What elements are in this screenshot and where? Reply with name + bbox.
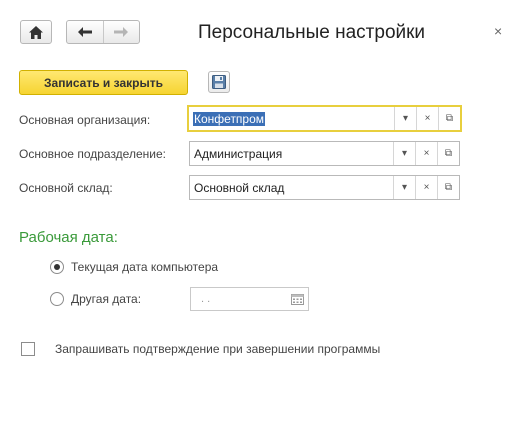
calendar-icon xyxy=(290,293,304,305)
clear-icon: × xyxy=(424,113,431,124)
confirm-exit-checkbox[interactable] xyxy=(21,342,35,356)
main-department-field[interactable]: Администрация ▾ × ⧉ xyxy=(189,141,460,166)
open-button[interactable]: ⧉ xyxy=(438,107,460,130)
main-organization-field[interactable]: Конфетпром ▾ × ⧉ xyxy=(187,105,462,132)
chevron-down-icon: ▾ xyxy=(402,113,409,124)
open-icon: ⧉ xyxy=(445,113,454,124)
radio-selected-dot xyxy=(54,264,60,270)
dropdown-button[interactable]: ▾ xyxy=(393,142,415,165)
other-date-radio[interactable] xyxy=(50,292,64,306)
main-warehouse-value: Основной склад xyxy=(194,180,285,195)
other-date-field[interactable]: . . xyxy=(190,287,309,311)
main-organization-label: Основная организация: xyxy=(19,113,151,127)
window-title: Персональные настройки xyxy=(198,22,426,43)
clear-button[interactable]: × xyxy=(416,107,438,130)
open-button[interactable]: ⧉ xyxy=(437,142,459,165)
floppy-disk-icon xyxy=(212,75,226,89)
main-warehouse-field[interactable]: Основной склад ▾ × ⧉ xyxy=(189,175,460,200)
current-date-label[interactable]: Текущая дата компьютера xyxy=(71,260,218,274)
dropdown-button[interactable]: ▾ xyxy=(393,176,415,199)
main-organization-value: Конфетпром xyxy=(193,111,266,126)
other-date-value: . . xyxy=(201,293,211,305)
main-warehouse-label: Основной склад: xyxy=(19,181,113,195)
current-date-radio[interactable] xyxy=(50,260,64,274)
dropdown-button[interactable]: ▾ xyxy=(394,107,416,130)
open-icon: ⧉ xyxy=(444,182,453,193)
arrow-left-icon xyxy=(77,27,92,37)
calendar-button[interactable] xyxy=(286,288,308,310)
back-button[interactable] xyxy=(67,21,103,43)
open-button[interactable]: ⧉ xyxy=(437,176,459,199)
history-nav xyxy=(66,20,140,44)
work-date-heading: Рабочая дата: xyxy=(19,229,118,246)
clear-icon: × xyxy=(423,148,430,159)
forward-button[interactable] xyxy=(102,21,140,43)
arrow-right-icon xyxy=(114,27,129,37)
clear-icon: × xyxy=(423,182,430,193)
close-icon[interactable]: × xyxy=(494,23,502,39)
other-date-label[interactable]: Другая дата: xyxy=(71,292,141,306)
confirm-exit-label[interactable]: Запрашивать подтверждение при завершении… xyxy=(55,342,380,356)
open-icon: ⧉ xyxy=(444,148,453,159)
home-button[interactable] xyxy=(20,20,52,44)
save-button[interactable] xyxy=(208,71,230,93)
home-icon xyxy=(29,25,43,39)
clear-button[interactable]: × xyxy=(415,176,437,199)
chevron-down-icon: ▾ xyxy=(401,182,408,193)
main-department-value: Администрация xyxy=(194,146,283,161)
main-department-label: Основное подразделение: xyxy=(19,147,166,161)
save-and-close-button[interactable]: Записать и закрыть xyxy=(19,70,188,95)
clear-button[interactable]: × xyxy=(415,142,437,165)
chevron-down-icon: ▾ xyxy=(401,148,408,159)
